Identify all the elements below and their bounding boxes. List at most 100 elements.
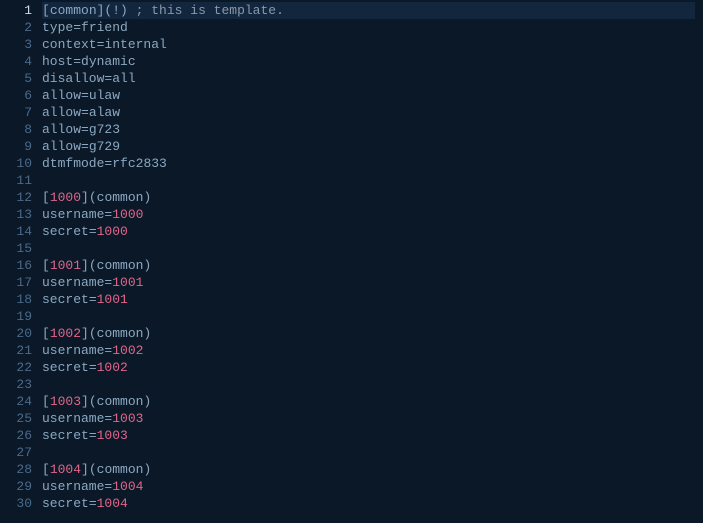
- token: 1004: [50, 462, 81, 477]
- token: ): [143, 462, 151, 477]
- token: g723: [89, 122, 120, 137]
- code-line[interactable]: [1003](common): [42, 393, 703, 410]
- code-line[interactable]: username=1003: [42, 410, 703, 427]
- code-line[interactable]: secret=1004: [42, 495, 703, 512]
- line-number: 22: [0, 359, 32, 376]
- token: !: [112, 3, 120, 18]
- token: secret: [42, 428, 89, 443]
- line-number-gutter: 1234567891011121314151617181920212223242…: [0, 2, 42, 523]
- code-line[interactable]: [42, 376, 703, 393]
- line-number: 29: [0, 478, 32, 495]
- token: common: [97, 326, 144, 341]
- token: [: [42, 394, 50, 409]
- token: =: [89, 224, 97, 239]
- token: allow: [42, 139, 81, 154]
- code-line[interactable]: [42, 240, 703, 257]
- line-number: 15: [0, 240, 32, 257]
- code-line[interactable]: secret=1003: [42, 427, 703, 444]
- code-line[interactable]: allow=g729: [42, 138, 703, 155]
- token: internal: [104, 37, 166, 52]
- token: 1003: [50, 394, 81, 409]
- token: 1002: [50, 326, 81, 341]
- line-number: 9: [0, 138, 32, 155]
- code-line[interactable]: dtmfmode=rfc2833: [42, 155, 703, 172]
- token: ulaw: [89, 88, 120, 103]
- line-number: 13: [0, 206, 32, 223]
- code-line[interactable]: username=1002: [42, 342, 703, 359]
- code-line[interactable]: allow=ulaw: [42, 87, 703, 104]
- code-line[interactable]: context=internal: [42, 36, 703, 53]
- line-number: 23: [0, 376, 32, 393]
- code-line[interactable]: disallow=all: [42, 70, 703, 87]
- line-number: 7: [0, 104, 32, 121]
- line-number: 19: [0, 308, 32, 325]
- token: =: [81, 122, 89, 137]
- code-line[interactable]: type=friend: [42, 19, 703, 36]
- code-line[interactable]: [1004](common): [42, 461, 703, 478]
- token: context: [42, 37, 97, 52]
- code-line[interactable]: host=dynamic: [42, 53, 703, 70]
- code-area[interactable]: [common](!) ; this is template.type=frie…: [42, 2, 703, 523]
- token: secret: [42, 360, 89, 375]
- token: [: [42, 3, 50, 18]
- token: username: [42, 411, 104, 426]
- line-number: 3: [0, 36, 32, 53]
- code-line[interactable]: secret=1000: [42, 223, 703, 240]
- code-editor[interactable]: 1234567891011121314151617181920212223242…: [0, 0, 703, 523]
- code-line[interactable]: [1002](common): [42, 325, 703, 342]
- token: 1004: [112, 479, 143, 494]
- code-line[interactable]: username=1001: [42, 274, 703, 291]
- line-number: 1: [0, 2, 32, 19]
- code-line[interactable]: allow=alaw: [42, 104, 703, 121]
- token: ): [143, 258, 151, 273]
- token: 1000: [112, 207, 143, 222]
- code-line[interactable]: [common](!) ; this is template.: [42, 2, 695, 19]
- token: 1002: [97, 360, 128, 375]
- token: 1001: [97, 292, 128, 307]
- token: secret: [42, 496, 89, 511]
- token: =: [89, 360, 97, 375]
- line-number: 2: [0, 19, 32, 36]
- token: =: [89, 496, 97, 511]
- line-number: 8: [0, 121, 32, 138]
- token: dynamic: [81, 54, 136, 69]
- token: [: [42, 258, 50, 273]
- token: ](: [81, 394, 97, 409]
- token: ](: [81, 326, 97, 341]
- code-line[interactable]: secret=1002: [42, 359, 703, 376]
- code-line[interactable]: allow=g723: [42, 121, 703, 138]
- code-line[interactable]: [42, 172, 703, 189]
- line-number: 16: [0, 257, 32, 274]
- token: secret: [42, 292, 89, 307]
- token: ; this is template.: [136, 3, 284, 18]
- token: common: [97, 190, 144, 205]
- token: allow: [42, 88, 81, 103]
- token: username: [42, 479, 104, 494]
- line-number: 18: [0, 291, 32, 308]
- token: ): [143, 190, 151, 205]
- code-line[interactable]: [1001](common): [42, 257, 703, 274]
- token: ): [120, 3, 136, 18]
- token: 1001: [50, 258, 81, 273]
- token: 1000: [50, 190, 81, 205]
- token: 1003: [112, 411, 143, 426]
- line-number: 6: [0, 87, 32, 104]
- line-number: 30: [0, 495, 32, 512]
- token: g729: [89, 139, 120, 154]
- token: =: [89, 428, 97, 443]
- code-line[interactable]: [1000](common): [42, 189, 703, 206]
- line-number: 10: [0, 155, 32, 172]
- code-line[interactable]: username=1004: [42, 478, 703, 495]
- code-line[interactable]: [42, 444, 703, 461]
- code-line[interactable]: [42, 308, 703, 325]
- code-line[interactable]: secret=1001: [42, 291, 703, 308]
- token: 1001: [112, 275, 143, 290]
- line-number: 24: [0, 393, 32, 410]
- token: common: [50, 3, 97, 18]
- code-line[interactable]: username=1000: [42, 206, 703, 223]
- token: username: [42, 207, 104, 222]
- token: ): [143, 326, 151, 341]
- token: =: [73, 20, 81, 35]
- token: disallow: [42, 71, 104, 86]
- token: dtmfmode: [42, 156, 104, 171]
